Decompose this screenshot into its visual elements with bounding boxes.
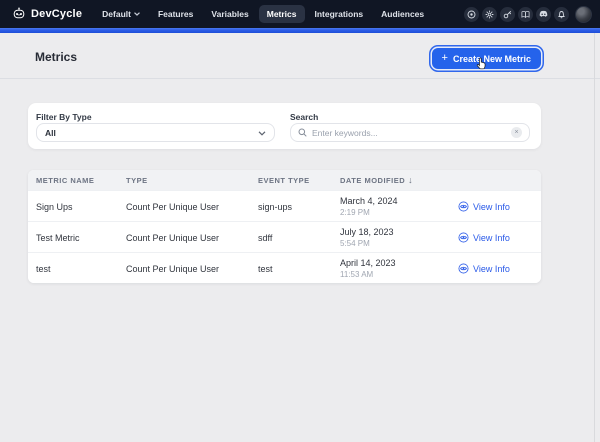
nav-icon-group [464, 6, 592, 23]
nav-item-audiences[interactable]: Audiences [373, 5, 432, 23]
accent-strip [0, 28, 600, 33]
cell-event-type: sign-ups [258, 202, 340, 212]
scrollbar-track[interactable] [594, 33, 595, 442]
cell-event-type: test [258, 264, 340, 274]
cell-type: Count Per Unique User [126, 202, 258, 212]
col-metric-name[interactable]: Metric Name [36, 176, 126, 185]
create-new-metric-button[interactable]: + Create New Metric [432, 48, 541, 69]
search-input[interactable] [312, 128, 511, 138]
project-dropdown[interactable]: Default [94, 5, 148, 23]
cell-date-modified: April 14, 2023 11:53 AM [340, 258, 452, 279]
cell-type: Count Per Unique User [126, 264, 258, 274]
target-icon[interactable] [464, 7, 479, 22]
metrics-page: DevCycle Default Features Variables Metr… [0, 0, 600, 442]
view-info-link[interactable]: View Info [458, 201, 541, 212]
view-info-link[interactable]: View Info [458, 263, 541, 274]
cell-type: Count Per Unique User [126, 233, 258, 243]
nav-item-integrations[interactable]: Integrations [307, 5, 372, 23]
nav-item-variables[interactable]: Variables [203, 5, 256, 23]
col-date-modified[interactable]: Date Modified ↓ [340, 175, 452, 185]
header-divider [0, 78, 600, 79]
filter-type-value: All [45, 128, 56, 138]
filter-card: Filter By Type All Search × [28, 103, 541, 149]
robot-icon [12, 7, 26, 21]
table-row[interactable]: Test Metric Count Per Unique User sdff J… [28, 221, 541, 252]
sort-desc-icon: ↓ [408, 175, 413, 185]
cell-metric-name: Test Metric [36, 233, 126, 243]
cell-metric-name: test [36, 264, 126, 274]
cell-metric-name: Sign Ups [36, 202, 126, 212]
plus-icon: + [442, 53, 448, 64]
cell-time: 2:19 PM [340, 208, 452, 217]
filter-type-select[interactable]: All [36, 123, 275, 142]
col-type[interactable]: Type [126, 176, 258, 185]
user-avatar[interactable] [575, 6, 592, 23]
discord-icon[interactable] [536, 7, 551, 22]
search-icon [298, 124, 307, 142]
cell-time: 5:54 PM [340, 239, 452, 248]
table-row[interactable]: test Count Per Unique User test April 14… [28, 252, 541, 283]
nav-item-features[interactable]: Features [150, 5, 201, 23]
table-header: Metric Name Type Event Type Date Modifie… [28, 170, 541, 190]
cell-date-modified: March 4, 2024 2:19 PM [340, 196, 452, 217]
chevron-down-icon [134, 12, 140, 16]
view-info-link[interactable]: View Info [458, 232, 541, 243]
nav-item-metrics[interactable]: Metrics [259, 5, 305, 23]
book-icon[interactable] [518, 7, 533, 22]
key-icon[interactable] [500, 7, 515, 22]
cell-event-type: sdff [258, 233, 340, 243]
brand-name: DevCycle [31, 8, 82, 20]
chevron-down-icon [258, 128, 266, 138]
cell-date-modified: July 18, 2023 5:54 PM [340, 227, 452, 248]
top-navbar: DevCycle Default Features Variables Metr… [0, 0, 600, 28]
metrics-table: Metric Name Type Event Type Date Modifie… [28, 170, 541, 283]
bell-icon[interactable] [554, 7, 569, 22]
nav-menu: Default Features Variables Metrics Integ… [94, 5, 432, 23]
clear-search-icon[interactable]: × [511, 127, 522, 138]
cell-time: 11:53 AM [340, 270, 452, 279]
search-box: × [290, 123, 530, 142]
eye-icon [458, 232, 469, 243]
filter-by-type-label: Filter By Type [36, 112, 92, 122]
gear-icon[interactable] [482, 7, 497, 22]
eye-icon [458, 201, 469, 212]
search-label: Search [290, 112, 318, 122]
eye-icon [458, 263, 469, 274]
table-row[interactable]: Sign Ups Count Per Unique User sign-ups … [28, 190, 541, 221]
col-event-type[interactable]: Event Type [258, 176, 340, 185]
page-title: Metrics [35, 50, 77, 64]
create-button-label: Create New Metric [453, 54, 531, 64]
devcycle-logo[interactable]: DevCycle [12, 7, 82, 21]
